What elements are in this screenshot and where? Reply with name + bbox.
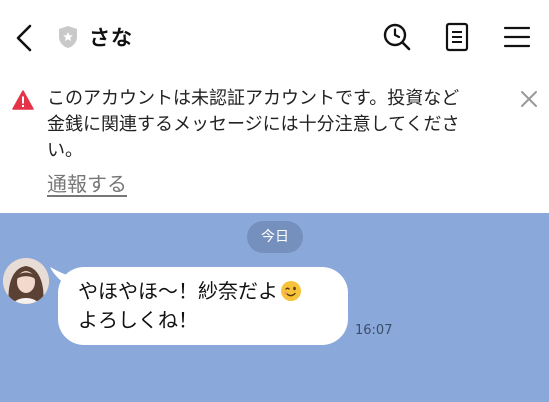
hamburger-menu-icon [503, 26, 531, 48]
avatar[interactable] [3, 258, 49, 304]
chat-screen: さな このアカウントは未認証アカウントです。投資など 金銭に関連するメッセージに… [0, 0, 549, 402]
chat-area[interactable]: 今日 やほやほ〜！紗奈だよ よろしくね！ 16:07 [0, 213, 549, 402]
report-link[interactable]: 通報する [47, 168, 127, 197]
close-icon [521, 91, 537, 107]
unverified-account-warning: このアカウントは未認証アカウントです。投資など 金銭に関連するメッセージには十分… [0, 74, 549, 213]
close-warning-button[interactable] [518, 88, 540, 110]
warning-text: このアカウントは未認証アカウントです。投資など 金銭に関連するメッセージには十分… [47, 86, 507, 164]
chat-header: さな [0, 0, 549, 74]
warning-text-line: い。 [47, 140, 83, 161]
warning-text-line: このアカウントは未認証アカウントです。投資など [47, 88, 460, 109]
warning-triangle-icon [12, 90, 34, 110]
warning-text-line: 金銭に関連するメッセージには十分注意してくださ [47, 114, 460, 135]
message-timestamp: 16:07 [355, 323, 393, 338]
note-icon [445, 22, 469, 52]
date-separator: 今日 [247, 221, 303, 253]
menu-button[interactable] [500, 20, 534, 54]
search-icon [383, 23, 411, 51]
chat-title: さな [89, 26, 133, 50]
search-button[interactable] [380, 20, 414, 54]
message-line-text: やほやほ〜！紗奈だよ [78, 279, 278, 303]
notes-button[interactable] [440, 20, 474, 54]
message-line: よろしくね！ [78, 308, 198, 332]
winking-face-icon [281, 281, 301, 301]
message-text: やほやほ〜！紗奈だよ よろしくね！ [78, 277, 338, 335]
back-button[interactable] [10, 18, 40, 58]
chevron-left-icon [16, 24, 32, 52]
profile-photo [3, 258, 49, 304]
message-line: やほやほ〜！紗奈だよ [78, 277, 338, 306]
shield-star-icon [59, 26, 77, 48]
